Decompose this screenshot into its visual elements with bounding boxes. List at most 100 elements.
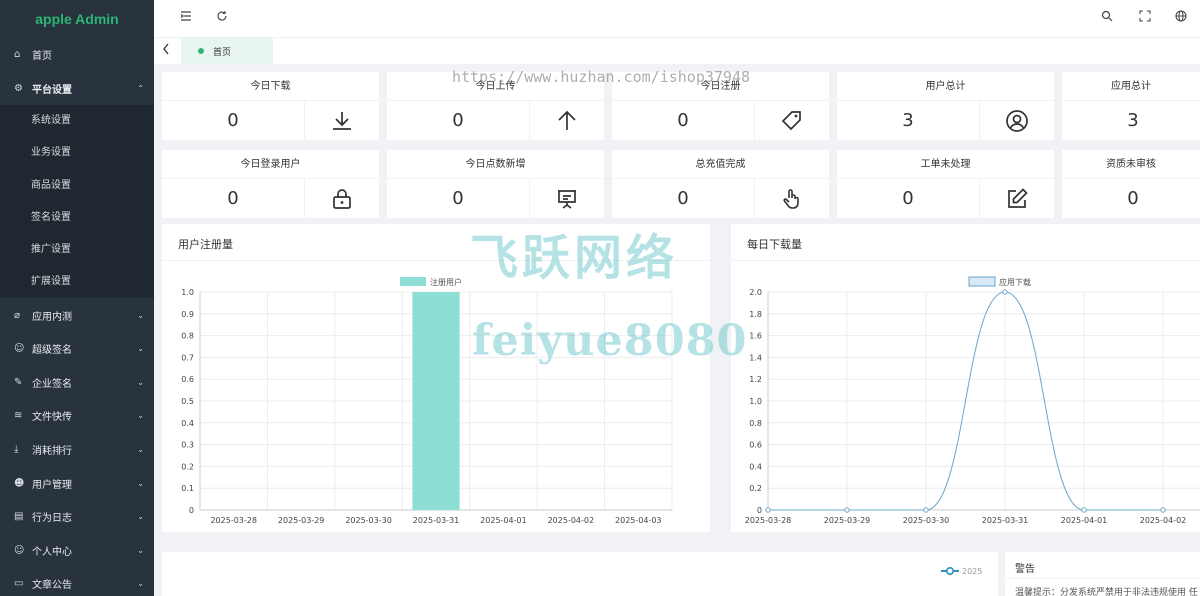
sidebar-item[interactable]: ⌂ 首页 [0, 38, 154, 72]
sidebar-item-label: 文章公告 [32, 580, 72, 592]
y-tick-label: 0.4 [181, 419, 194, 428]
chevron-down-icon: ⌄ [137, 478, 144, 488]
stat-label: 今日登录用户 [162, 150, 379, 179]
fullscreen-icon[interactable] [1139, 10, 1151, 25]
data-point [1160, 507, 1166, 513]
x-tick-label: 2025-03-31 [413, 516, 460, 525]
x-tick-label: 2025-04-03 [615, 516, 662, 525]
top-bar [154, 0, 1200, 38]
y-tick-label: 0.6 [749, 441, 762, 450]
submenu-item[interactable]: 签名设置 [0, 202, 154, 234]
x-tick-label: 2025-04-02 [1140, 516, 1187, 525]
chevron-left-icon[interactable] [162, 42, 170, 59]
data-point [765, 507, 771, 513]
stat-card: 今日下载 0 [162, 72, 379, 141]
y-tick-label: 1.0 [749, 397, 762, 406]
sidebar-item-label: 用户管理 [32, 479, 72, 491]
menu-toggle-icon[interactable] [180, 10, 192, 25]
sidebar-item[interactable]: ≋ 文件快传 ⌄ [0, 399, 154, 433]
presentation-icon [529, 179, 604, 219]
y-tick-label: 0 [757, 506, 762, 515]
downloads-chart-panel: 每日下载量 0 0.2 0.4 0.6 0.8 1.0 1.2 1.4 1.6 1.8 2.0 202… [731, 224, 1200, 532]
x-tick-label: 2025-03-30 [903, 516, 950, 525]
legend-swatch [400, 277, 426, 286]
submenu-item[interactable]: 商品设置 [0, 170, 154, 202]
sidebar-item[interactable]: ⚙ 平台设置 ⌃ [0, 71, 154, 106]
stat-card: 应用总计 3 [1062, 72, 1200, 140]
stat-value: 0 [677, 188, 689, 209]
gear-icon: ⚙ [14, 82, 23, 94]
legend-label: 2025 [962, 566, 983, 576]
chevron-down-icon: ⌄ [137, 545, 144, 555]
submenu-item[interactable]: 推广设置 [0, 234, 154, 266]
y-tick-label: 0.5 [181, 397, 194, 406]
sidebar-item[interactable]: ☻ 用户管理 ⌄ [0, 466, 154, 500]
chevron-down-icon: ⌄ [137, 344, 144, 354]
x-tick-label: 2025-03-28 [210, 516, 257, 525]
url-watermark: https://www.huzhan.com/ishop37948 [452, 68, 751, 86]
sidebar-item-label: 企业签名 [32, 378, 72, 390]
sidebar-item[interactable]: ☺ 个人中心 ⌄ [0, 533, 154, 567]
paperclip-icon: ⌀ [14, 309, 21, 321]
sidebar-item-label: 应用内测 [32, 311, 72, 323]
arrow-up-icon [529, 101, 604, 141]
submenu-item[interactable]: 业务设置 [0, 137, 154, 169]
data-point [923, 507, 929, 513]
sidebar-item[interactable]: ▤ 行为日志 ⌄ [0, 500, 154, 534]
y-tick-label: 0.8 [749, 419, 762, 428]
user-circle-icon: ☻ [14, 477, 25, 489]
download-icon: ⤓ [14, 443, 19, 455]
x-tick-label: 2025-04-01 [480, 516, 527, 525]
language-globe-icon[interactable] [1175, 10, 1187, 25]
sidebar-item[interactable]: ⤓ 消耗排行 ⌄ [0, 433, 154, 467]
sidebar-item-label: 消耗排行 [32, 445, 72, 457]
active-dot [198, 48, 204, 54]
stat-card: 工单未处理 0 [837, 150, 1054, 219]
y-tick-label: 0.3 [181, 441, 194, 450]
legend-line-icon [941, 566, 959, 576]
data-point [1002, 289, 1008, 295]
y-tick-label: 0.4 [749, 462, 762, 471]
stat-card: 资质未审核 0 [1062, 150, 1200, 218]
x-tick-label: 2025-03-31 [982, 516, 1029, 525]
sidebar-item-label: 首页 [32, 51, 52, 63]
tab-home[interactable]: 首页 [181, 38, 273, 64]
sidebar-item-label: 个人中心 [32, 546, 72, 558]
data-point [844, 507, 850, 513]
stat-value: 0 [227, 110, 239, 131]
platform-settings-submenu: 系统设置 业务设置 商品设置 签名设置 推广设置 扩展设置 [0, 105, 154, 299]
refresh-icon[interactable] [216, 10, 228, 25]
document-icon: ▤ [14, 511, 24, 523]
sidebar-item[interactable]: ☺ 超级签名 ⌄ [0, 332, 154, 366]
stat-value: 0 [677, 110, 689, 131]
y-tick-label: 1.8 [749, 310, 762, 319]
submenu-item[interactable]: 扩展设置 [0, 266, 154, 298]
sidebar-item-label: 平台设置 [32, 84, 72, 96]
stat-value: 0 [1127, 188, 1139, 209]
chevron-down-icon: ⌄ [137, 579, 144, 589]
sidebar-item[interactable]: ▭ 文章公告 ⌄ [0, 567, 154, 596]
sidebar-item[interactable]: ✎ 企业签名 ⌄ [0, 366, 154, 400]
chevron-up-icon: ⌃ [137, 83, 144, 93]
search-icon[interactable] [1101, 10, 1113, 25]
sidebar-item[interactable]: ⌀ 应用内测 ⌄ [0, 298, 154, 332]
submenu-item[interactable]: 系统设置 [0, 105, 154, 137]
y-tick-label: 0 [189, 506, 194, 515]
x-tick-label: 2025-04-02 [548, 516, 595, 525]
tab-bar: 首页 [154, 38, 1200, 64]
stat-value: 0 [452, 188, 464, 209]
stat-value: 3 [1127, 110, 1139, 131]
chart-legend[interactable]: 2025 [941, 566, 982, 576]
app-logo[interactable]: apple Admin [0, 0, 154, 38]
warning-text: 温馨提示：分发系统严禁用于非法违规使用 任 [1015, 588, 1198, 596]
home-icon: ⌂ [14, 49, 21, 61]
warning-panel: 警告 温馨提示：分发系统严禁用于非法违规使用 任 [1005, 552, 1200, 596]
sidebar-item-label: 超级签名 [32, 345, 72, 357]
legend-label: 注册用户 [430, 277, 462, 287]
y-tick-label: 1.0 [181, 288, 194, 297]
stat-card: 今日点数新增 0 [387, 150, 604, 219]
tab-label: 首页 [213, 47, 232, 58]
stat-value: 0 [902, 188, 914, 209]
y-tick-label: 1.2 [749, 375, 762, 384]
bar [412, 292, 460, 510]
